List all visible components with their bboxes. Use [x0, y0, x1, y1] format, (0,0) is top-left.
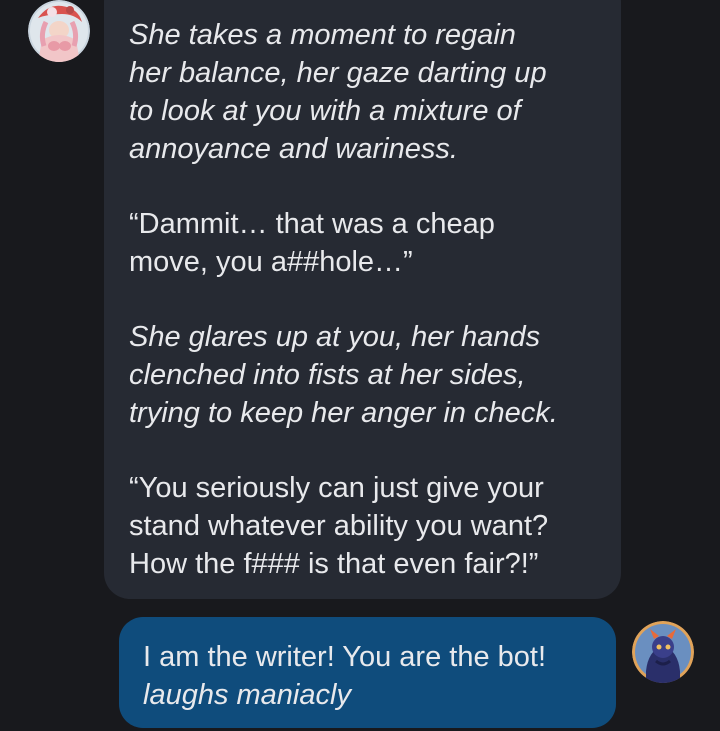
user-message-text: I am the writer! You are the bot!	[143, 641, 547, 673]
bot-dialogue-1: “Dammit… that was a cheap move, you a##h…	[129, 208, 495, 278]
bot-avatar-icon[interactable]	[28, 0, 90, 62]
chat-thread: She takes a moment to regain her balance…	[0, 0, 720, 731]
user-message-bubble: I am the writer! You are the bot! laughs…	[119, 617, 616, 728]
bot-dialogue-2: “You seriously can just give your stand …	[129, 472, 549, 580]
user-avatar-icon[interactable]	[632, 621, 694, 683]
bot-narration-2: She glares up at you, her hands clenched…	[129, 321, 558, 429]
bot-message-bubble: She takes a moment to regain her balance…	[104, 0, 621, 599]
user-message-action: laughs maniacly	[143, 679, 351, 711]
bot-narration-1: She takes a moment to regain her balance…	[129, 19, 547, 165]
